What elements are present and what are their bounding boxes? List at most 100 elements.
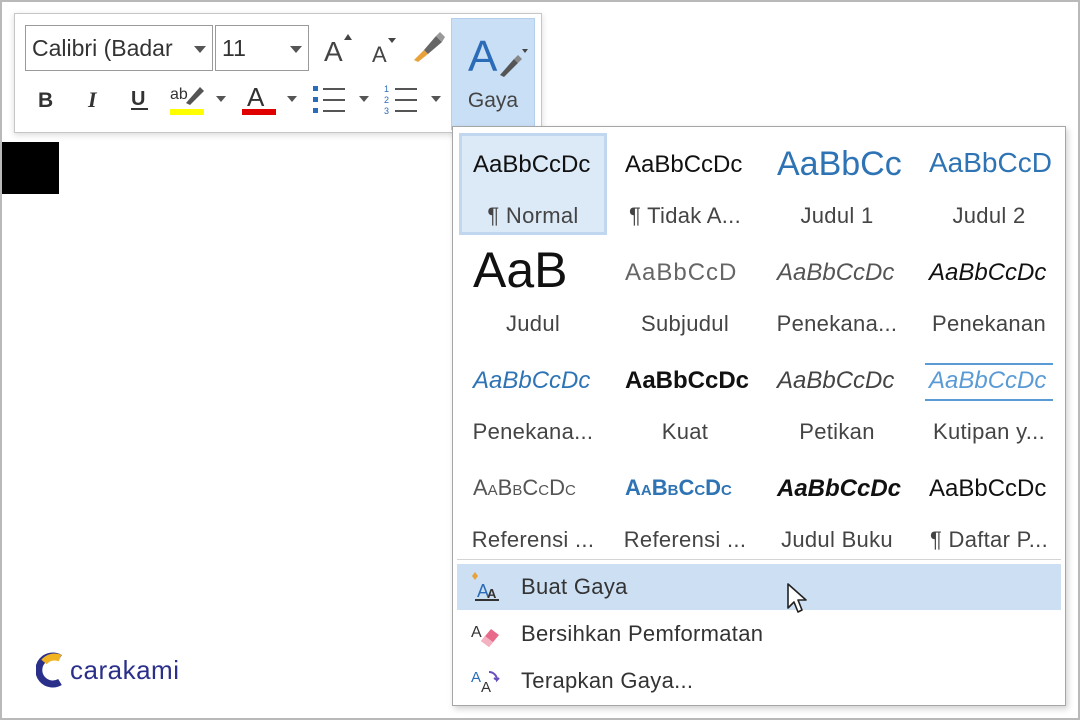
svg-text:ab: ab (170, 86, 188, 103)
shrink-font-button[interactable]: A (365, 30, 401, 68)
underline-icon: U (131, 88, 148, 110)
style-tile-book-title[interactable]: AaBbCcDc Judul Buku (763, 457, 911, 559)
style-tile-normal[interactable]: AaBbCcDc ¶ Normal (459, 133, 607, 235)
watermark-logo: carakami (36, 650, 179, 690)
style-name: ¶ Normal (487, 203, 579, 228)
style-name: Penekanan (931, 311, 1047, 336)
font-color-dropdown-arrow[interactable] (287, 96, 297, 102)
svg-text:B: B (38, 89, 53, 111)
style-name: Penekana... (776, 311, 898, 336)
watermark-text: carakami (70, 654, 180, 685)
italic-button[interactable]: I (77, 82, 111, 116)
svg-text:A: A (247, 82, 265, 112)
style-sample: AaBbCcDc (929, 475, 1047, 502)
style-sample: AaB (473, 242, 568, 298)
style-sample: AaBbCcDc (625, 475, 732, 500)
create-style-label: Buat Gaya (521, 574, 628, 599)
svg-text:A: A (481, 679, 491, 696)
logo-c-icon (36, 652, 62, 688)
style-tile-title[interactable]: AaB Judul (459, 241, 607, 343)
style-sample: AaBbCcDc (929, 367, 1047, 394)
style-tile-intense-reference[interactable]: AaBbCcDc Referensi ... (611, 457, 759, 559)
style-name: Judul (505, 311, 561, 336)
styles-icon: A (468, 32, 528, 81)
style-tile-subtle-emphasis[interactable]: AaBbCcDc Penekana... (763, 241, 911, 343)
font-size-combo[interactable]: 11 (215, 25, 309, 71)
apply-styles-icon: A A (471, 669, 500, 696)
style-name: ¶ Tidak A... (628, 203, 742, 228)
style-name: Judul 1 (800, 203, 874, 228)
style-name: ¶ Daftar P... (929, 527, 1049, 552)
bold-icon: B (38, 89, 53, 111)
style-sample: AaBbCcDc (625, 367, 750, 394)
svg-text:A: A (372, 42, 387, 66)
shrink-font-icon: A (372, 38, 396, 66)
numbering-button[interactable]: 1 2 3 (381, 80, 421, 118)
svg-text:A: A (471, 669, 481, 686)
apply-styles-menu-item[interactable]: A A Terapkan Gaya... (457, 658, 1061, 704)
chevron-down-icon[interactable] (194, 46, 206, 53)
font-size-value: 11 (222, 35, 246, 61)
highlight-dropdown-arrow[interactable] (216, 96, 226, 102)
underline-button[interactable]: U (123, 82, 157, 116)
selected-text-block (2, 142, 59, 194)
style-name: Referensi ... (623, 527, 747, 552)
create-style-menu-item[interactable]: A A Buat Gaya (457, 564, 1061, 610)
clear-formatting-label: Bersihkan Pemformatan (521, 621, 764, 646)
highlight-button[interactable]: ab (167, 78, 207, 118)
style-tile-no-spacing[interactable]: AaBbCcDc ¶ Tidak A... (611, 133, 759, 235)
style-name: Subjudul (640, 311, 730, 336)
svg-text:3: 3 (384, 106, 389, 116)
quote-bottom-rule (925, 399, 1053, 401)
create-style-icon: A A (472, 572, 499, 601)
style-tile-subtle-reference[interactable]: AaBbCcDc Referensi ... (459, 457, 607, 559)
style-sample: AaBbCcDc (473, 475, 576, 500)
styles-gallery-panel: AaBbCcDc ¶ Normal AaBbCcDc ¶ Tidak A... … (452, 126, 1066, 706)
style-sample: AaBbCcDc (929, 259, 1047, 286)
format-painter-button[interactable] (409, 28, 447, 68)
bullets-button[interactable] (309, 80, 349, 118)
style-sample: AaBbCcDc (473, 151, 591, 178)
style-name: Petikan (799, 419, 875, 444)
font-color-icon: A (242, 82, 276, 115)
style-name: Penekana... (472, 419, 594, 444)
grow-font-icon: A (324, 34, 352, 66)
bullets-dropdown-arrow[interactable] (359, 96, 369, 102)
chevron-down-icon[interactable] (290, 46, 302, 53)
svg-text:A: A (324, 36, 343, 66)
numbering-dropdown-arrow[interactable] (431, 96, 441, 102)
style-sample: AaBbCcD (929, 147, 1052, 178)
style-tile-quote[interactable]: AaBbCcDc Petikan (763, 349, 911, 451)
style-tile-intense-emphasis[interactable]: AaBbCcDc Penekana... (459, 349, 607, 451)
style-tile-subtitle[interactable]: AaBbCcD Subjudul (611, 241, 759, 343)
font-color-button[interactable]: A (239, 78, 279, 118)
style-name: Kutipan y... (932, 419, 1046, 444)
style-name: Kuat (661, 419, 709, 444)
style-tile-emphasis[interactable]: AaBbCcDc Penekanan (915, 241, 1063, 343)
style-tile-intense-quote[interactable]: AaBbCcDc Kutipan y... (915, 349, 1063, 451)
clear-formatting-menu-item[interactable]: A Bersihkan Pemformatan (457, 611, 1061, 657)
bullet-list-icon (313, 86, 345, 113)
font-name-value: Calibri (Badar (32, 35, 173, 61)
svg-text:I: I (87, 87, 98, 111)
style-sample: AaBbCc (777, 145, 902, 183)
style-sample: AaBbCcD (625, 259, 738, 286)
style-name: Judul Buku (781, 527, 893, 552)
grow-font-button[interactable]: A (319, 28, 357, 68)
styles-button[interactable]: A Gaya (451, 18, 535, 130)
font-name-combo[interactable]: Calibri (Badar (25, 25, 213, 71)
styles-label: Gaya (467, 89, 519, 112)
style-tile-heading-2[interactable]: AaBbCcD Judul 2 (915, 133, 1063, 235)
style-tile-list-paragraph[interactable]: AaBbCcDc ¶ Daftar P... (915, 457, 1063, 559)
gallery-separator (457, 559, 1061, 560)
svg-text:1: 1 (384, 84, 389, 94)
apply-styles-label: Terapkan Gaya... (521, 668, 694, 693)
style-sample: AaBbCcDc (777, 367, 895, 394)
style-tile-strong[interactable]: AaBbCcDc Kuat (611, 349, 759, 451)
style-tile-heading-1[interactable]: AaBbCc Judul 1 (763, 133, 911, 235)
eraser-icon: A (471, 624, 499, 647)
bold-button[interactable]: B (29, 82, 63, 116)
svg-text:A: A (487, 586, 497, 601)
numbered-list-icon: 1 2 3 (384, 84, 417, 116)
style-name: Judul 2 (952, 203, 1026, 228)
